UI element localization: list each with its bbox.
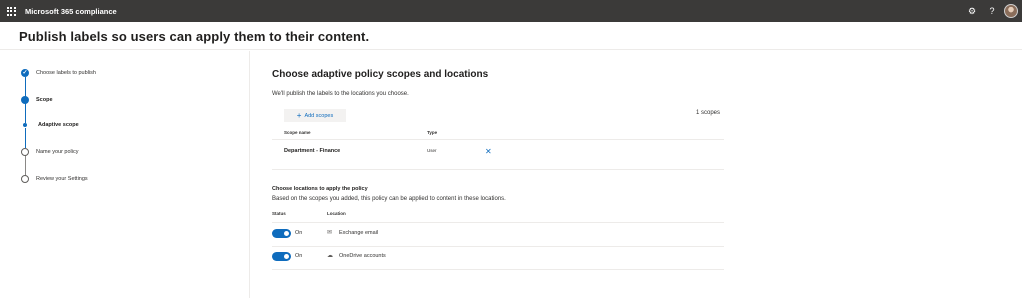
step-choose-labels[interactable]: ✓ Choose labels to publish [21,69,96,77]
scope-name-cell: Department - Finance [284,148,341,154]
divider [272,269,724,270]
gear-icon: ⚙ [967,5,977,16]
page-header: Publish labels so users can apply them t… [0,22,1022,50]
step-connector [24,155,26,177]
substep-current-icon [23,123,27,127]
plus-icon: + [296,110,302,120]
toggle-status-label: On [295,253,303,259]
step-pending-icon [21,175,29,183]
divider [272,169,724,170]
onedrive-icon: ☁ [327,253,333,259]
step-pending-icon [21,148,29,156]
waffle-icon [6,6,16,16]
add-scopes-label: Add scopes [304,112,334,119]
toggle-status-label: On [295,230,303,236]
wizard-steps: ✓ Choose labels to publish Scope Adaptiv… [0,51,250,298]
step-label: Name your policy [36,149,79,155]
step-current-icon [21,96,29,104]
step-scope[interactable]: Scope [21,96,53,104]
suite-header: Microsoft 365 compliance ⚙ ? [0,0,1022,22]
column-header-location: Location [327,211,346,216]
step-connector [24,103,26,123]
help-button[interactable]: ? [982,0,1002,22]
step-name-policy[interactable]: Name your policy [21,148,79,156]
step-label: Review your Settings [36,176,88,182]
location-name: Exchange email [339,230,379,236]
step-label: Scope [36,97,53,103]
column-header-status: Status [272,211,286,216]
step-review-settings[interactable]: Review your Settings [21,175,88,183]
column-header-scope-name[interactable]: Scope name [284,130,311,135]
onedrive-toggle[interactable] [272,252,291,261]
app-title[interactable]: Microsoft 365 compliance [25,7,117,16]
step-label: Choose labels to publish [36,70,96,76]
scope-type-cell: User [427,148,437,153]
close-icon: ✕ [485,147,492,156]
exchange-toggle[interactable] [272,229,291,238]
step-complete-icon: ✓ [21,69,29,77]
page-title: Publish labels so users can apply them t… [19,29,370,44]
add-scopes-button[interactable]: + Add scopes [284,109,346,122]
remove-scope-button[interactable]: ✕ [485,148,492,156]
divider [272,139,724,140]
section-description: We'll publish the labels to the location… [272,91,409,97]
location-row-onedrive: On ☁ OneDrive accounts [272,246,724,268]
step-connector [24,128,26,148]
scopes-count: 1 scopes [696,110,721,116]
location-row-exchange: On ✉ Exchange email [272,223,724,245]
step-label: Adaptive scope [38,122,79,128]
column-header-type[interactable]: Type [427,130,437,135]
step-connector [24,77,26,97]
section-title: Choose adaptive policy scopes and locati… [272,69,489,80]
app-launcher-button[interactable] [0,0,22,22]
help-icon: ? [989,6,995,16]
settings-button[interactable]: ⚙ [962,0,982,22]
avatar[interactable] [1004,4,1018,18]
locations-description: Based on the scopes you added, this poli… [272,196,506,202]
locations-title: Choose locations to apply the policy [272,186,368,192]
exchange-icon: ✉ [327,230,333,236]
location-name: OneDrive accounts [339,253,386,259]
step-adaptive-scope[interactable]: Adaptive scope [21,122,79,128]
